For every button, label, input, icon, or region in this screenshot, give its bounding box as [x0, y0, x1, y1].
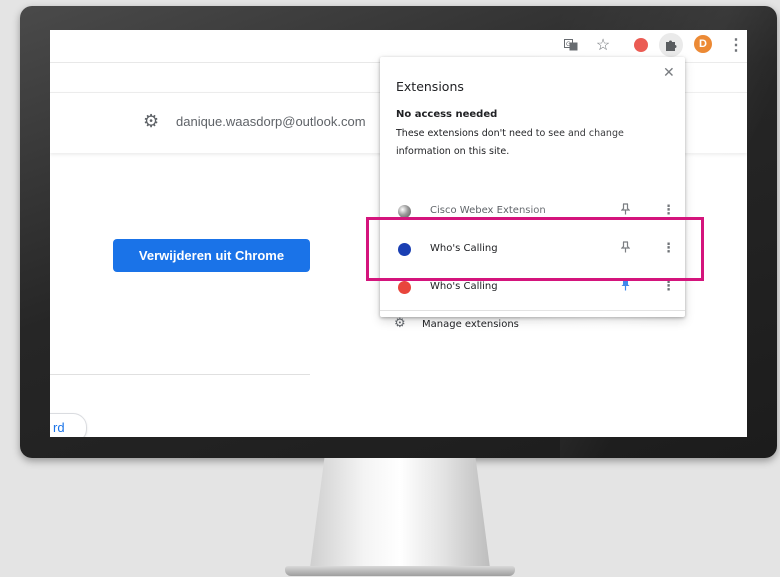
- section-heading: No access needed: [396, 109, 498, 120]
- account-email: danique.waasdorp@outlook.com: [176, 114, 366, 129]
- gear-icon: ⚙: [143, 111, 160, 131]
- cisco-webex-icon: [398, 205, 411, 218]
- extension-item-whos-calling-pinned[interactable]: Who's Calling ⋮: [380, 270, 685, 306]
- profile-avatar[interactable]: D: [694, 35, 712, 53]
- pin-icon[interactable]: [620, 203, 631, 218]
- extensions-popup: Extensions ✕ No access needed These exte…: [380, 57, 685, 331]
- extension-name: Who's Calling: [430, 281, 498, 292]
- pin-icon-pinned[interactable]: [621, 279, 630, 294]
- monitor-screen: G ☆ D ⋮ ⚙ danique.waasdorp@outlook.com V…: [50, 30, 747, 437]
- extension-item-whos-calling[interactable]: Who's Calling ⋮: [380, 232, 685, 268]
- remove-from-chrome-button[interactable]: Verwijderen uit Chrome: [113, 239, 310, 272]
- svg-text:G: G: [566, 41, 571, 48]
- manage-extensions-item[interactable]: ⚙ Manage extensions: [380, 312, 685, 340]
- popup-title: Extensions: [396, 79, 464, 94]
- bookmark-star-icon[interactable]: ☆: [592, 34, 614, 56]
- more-options-icon[interactable]: ⋮: [662, 203, 675, 218]
- whos-calling-icon[interactable]: [630, 34, 652, 56]
- close-icon[interactable]: ✕: [663, 65, 675, 81]
- gear-icon: ⚙: [394, 316, 406, 331]
- more-options-icon[interactable]: ⋮: [662, 241, 675, 256]
- bottom-pill-label: rd: [53, 420, 65, 435]
- kebab-menu-icon[interactable]: ⋮: [725, 34, 747, 56]
- puzzle-icon[interactable]: [659, 33, 683, 57]
- whos-calling-icon: [398, 243, 411, 256]
- divider: [50, 374, 310, 375]
- extension-name: Cisco Webex Extension: [430, 205, 546, 216]
- divider: [380, 310, 685, 311]
- monitor-stand-neck: [310, 458, 490, 568]
- extension-name: Who's Calling: [430, 243, 498, 254]
- extension-item-cisco-webex[interactable]: Cisco Webex Extension ⋮: [380, 194, 685, 230]
- translate-icon[interactable]: G: [560, 34, 582, 56]
- more-options-icon[interactable]: ⋮: [662, 279, 675, 294]
- section-description: These extensions don't need to see and c…: [396, 128, 624, 157]
- manage-extensions-label: Manage extensions: [422, 319, 519, 330]
- pin-icon[interactable]: [620, 241, 631, 256]
- monitor-stand-base: [285, 566, 515, 576]
- whos-calling-icon: [398, 281, 411, 294]
